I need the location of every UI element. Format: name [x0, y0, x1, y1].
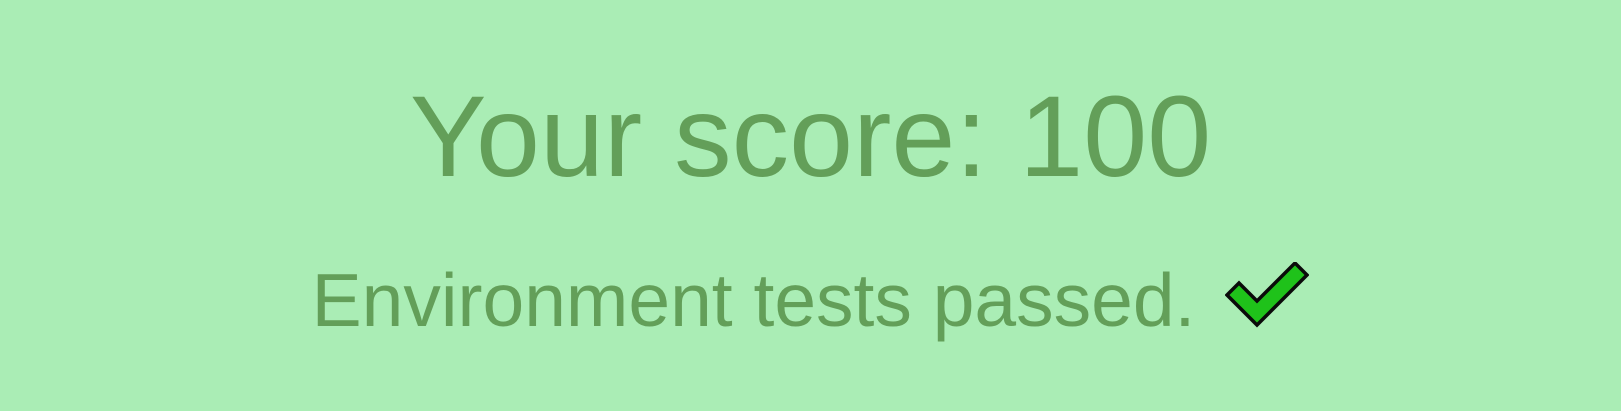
status-message: Environment tests passed.	[0, 254, 1621, 340]
score-heading: Your score: 100	[0, 72, 1621, 202]
status-text: Environment tests passed.	[311, 258, 1196, 343]
score-screen: Your score: 100 Environment tests passed…	[0, 0, 1621, 411]
checkmark-icon	[1225, 262, 1310, 330]
score-label: Your score:	[409, 73, 988, 201]
score-value: 100	[1019, 73, 1212, 201]
